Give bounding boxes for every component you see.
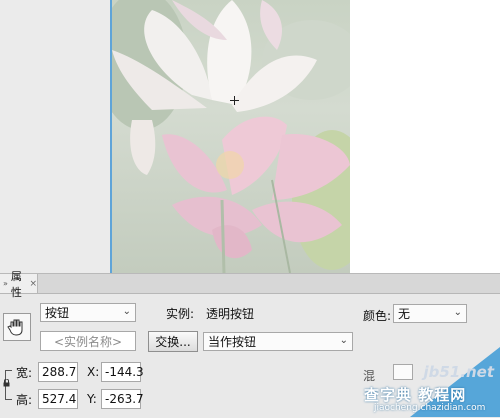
chevron-down-icon: ⌄ bbox=[339, 335, 348, 346]
selected-button-instance[interactable] bbox=[110, 0, 350, 273]
watermark-site: jb51.net bbox=[423, 363, 494, 381]
close-icon[interactable]: × bbox=[29, 279, 37, 289]
symbol-type-select[interactable]: 按钮 ⌄ bbox=[40, 303, 136, 322]
stage bbox=[0, 0, 500, 273]
watermark-title: 查字典 教程网 bbox=[364, 386, 467, 404]
height-label: 高: bbox=[16, 393, 33, 407]
instance-behavior-select[interactable]: 当作按钮 ⌄ bbox=[203, 332, 353, 351]
hand-cursor-icon bbox=[3, 313, 31, 341]
swap-button[interactable]: 交换... bbox=[148, 331, 198, 352]
y-label: Y: bbox=[87, 392, 97, 406]
instance-value: 透明按钮 bbox=[206, 307, 255, 321]
symbol-type-value: 按钮 bbox=[45, 306, 70, 320]
instance-behavior-value: 当作按钮 bbox=[208, 335, 257, 349]
lock-icon[interactable] bbox=[3, 379, 10, 387]
pasteboard-right bbox=[350, 0, 500, 273]
chevron-down-icon: ⌄ bbox=[122, 306, 131, 317]
x-field[interactable]: -144.3 bbox=[101, 362, 144, 382]
panel-tabbar: » 属性 × bbox=[0, 270, 500, 299]
color-effect-select[interactable]: 无 ⌄ bbox=[393, 304, 467, 323]
color-label: 颜色: bbox=[363, 309, 392, 323]
width-value: 288.7 bbox=[42, 365, 77, 379]
y-value: -263.7 bbox=[105, 392, 144, 406]
crosshair-icon bbox=[230, 96, 239, 105]
collapse-chevron-icon[interactable]: » bbox=[3, 279, 8, 288]
height-value: 527.4 bbox=[42, 392, 77, 406]
width-label: 宽: bbox=[16, 366, 33, 380]
watermark: jb51.net 查字典 教程网 jiaocheng.chazidian.com bbox=[356, 340, 500, 417]
swap-button-label: 交换... bbox=[155, 335, 191, 349]
instance-name-placeholder: <实例名称> bbox=[53, 334, 123, 349]
tab-properties[interactable]: » 属性 × bbox=[0, 270, 38, 299]
tab-properties-label: 属性 bbox=[10, 269, 22, 299]
pasteboard-left bbox=[0, 0, 110, 273]
x-label: X: bbox=[87, 365, 100, 379]
y-field[interactable]: -263.7 bbox=[101, 389, 144, 409]
color-effect-value: 无 bbox=[398, 307, 411, 321]
width-field[interactable]: 288.7 bbox=[38, 362, 78, 382]
height-field[interactable]: 527.4 bbox=[38, 389, 78, 409]
instance-label: 实例: bbox=[166, 307, 195, 321]
x-value: -144.3 bbox=[105, 365, 144, 379]
instance-name-input[interactable]: <实例名称> bbox=[40, 331, 136, 351]
lotus-image bbox=[112, 0, 350, 273]
watermark-url: jiaocheng.chazidian.com bbox=[374, 403, 486, 413]
chevron-down-icon: ⌄ bbox=[453, 307, 462, 318]
